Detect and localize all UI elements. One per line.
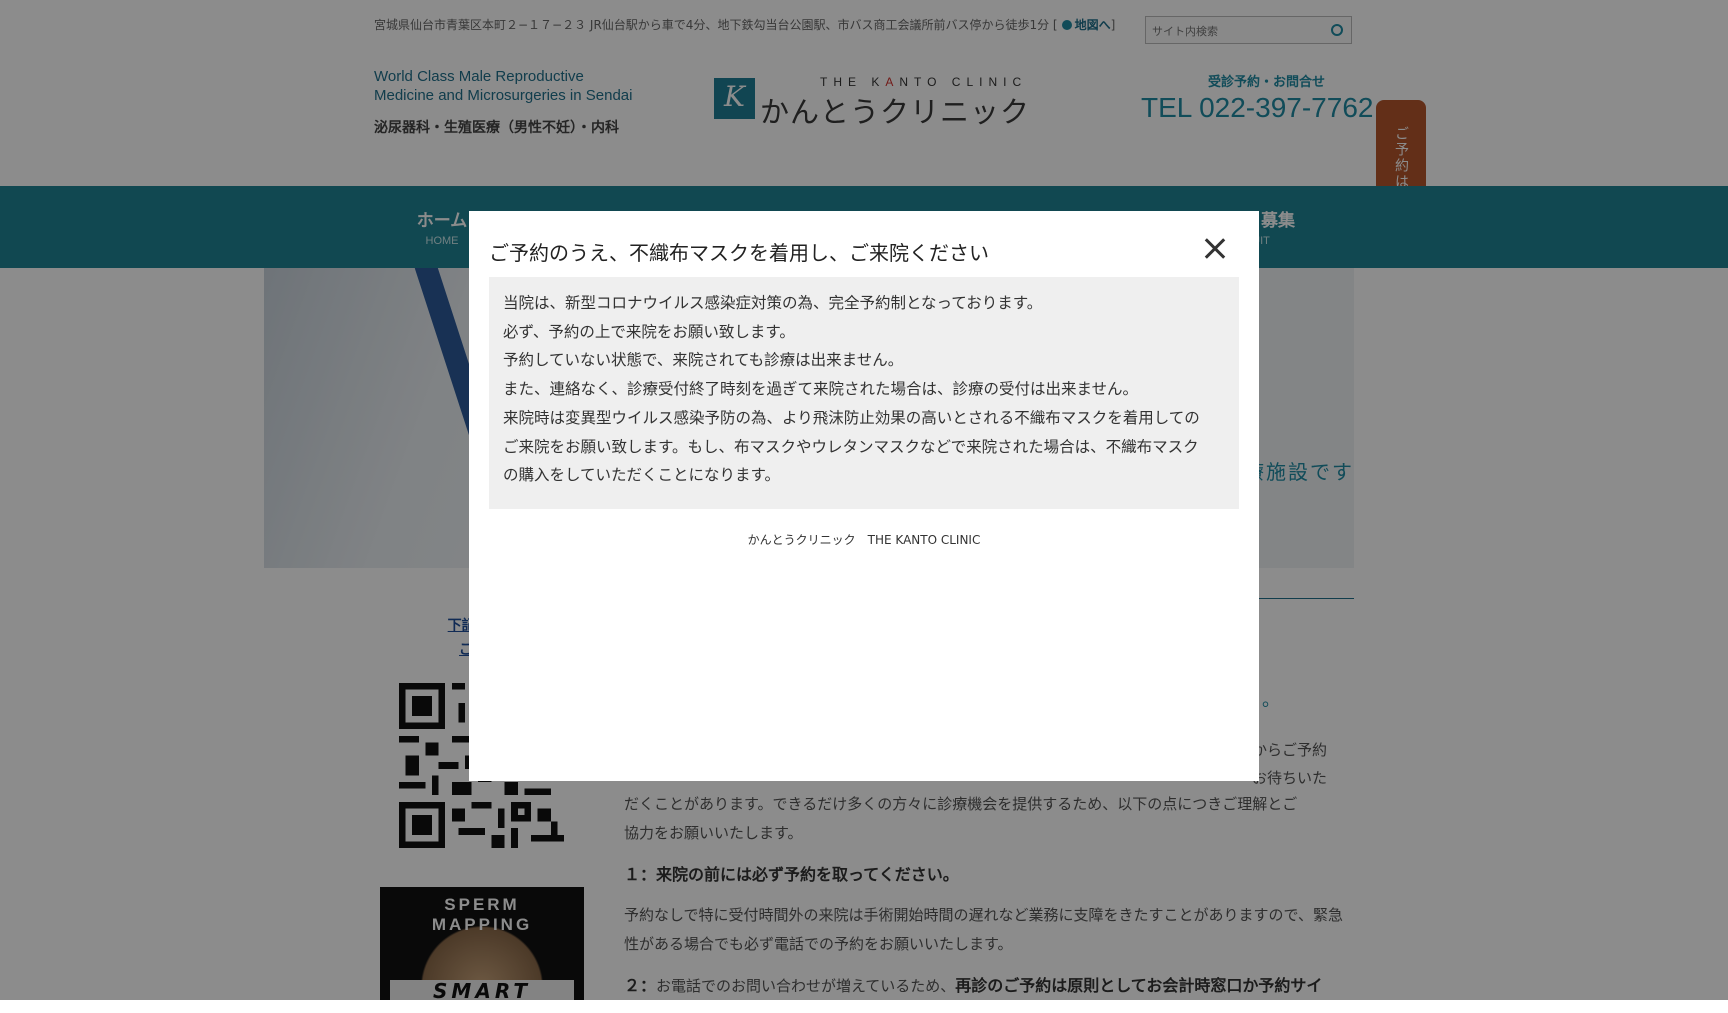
- notice-line: 来院時は変異型ウイルス感染予防の為、より飛沫防止効果の高いとされる不織布マスクを…: [503, 408, 1200, 427]
- modal-title: ご予約のうえ、不織布マスクを着用し、ご来院ください: [489, 241, 989, 265]
- notice-modal: ご予約のうえ、不織布マスクを着用し、ご来院ください 当院は、新型コロナウイルス感…: [469, 211, 1259, 781]
- notice-line: 当院は、新型コロナウイルス感染症対策の為、完全予約制となっております。: [503, 294, 1043, 312]
- modal-notice-box: 当院は、新型コロナウイルス感染症対策の為、完全予約制となっております。 必ず、予…: [489, 277, 1239, 509]
- modal-footer: かんとうクリニック THE KANTO CLINIC: [747, 533, 981, 547]
- notice-line: 必ず、予約の上で来院をお願い致します。: [503, 322, 795, 341]
- notice-line: ご来院をお願い致します。もし、布マスクやウレタンマスクなどで来院された場合は、不…: [503, 437, 1199, 456]
- notice-line: また、連絡なく、診療受付終了時刻を過ぎて来院された場合は、診療の受付は出来ません…: [503, 380, 1139, 399]
- notice-line: の購入をしていただくことになります。: [503, 466, 780, 485]
- close-icon[interactable]: [1194, 227, 1238, 271]
- notice-line: 予約していない状態で、来院されても診療は出来ません。: [503, 351, 904, 370]
